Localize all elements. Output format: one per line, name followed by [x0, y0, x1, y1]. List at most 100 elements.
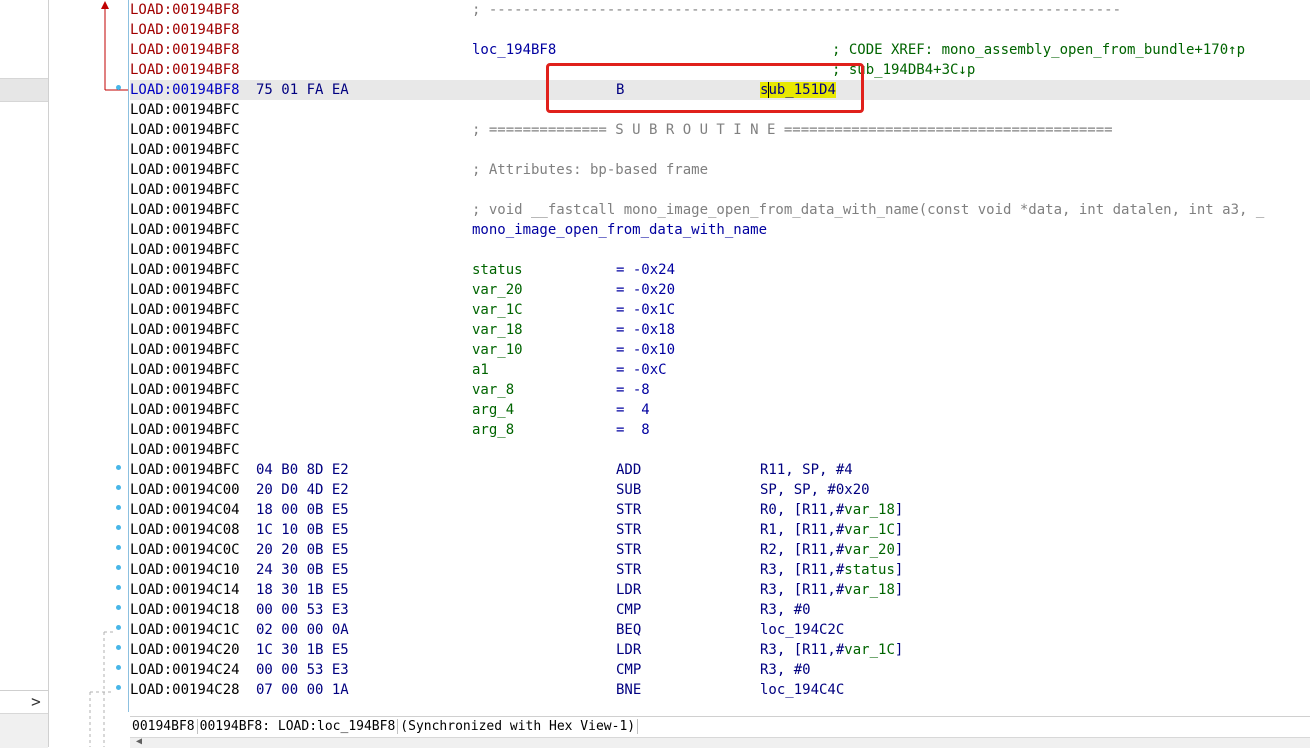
operand-stack-var[interactable]: var_1C [844, 522, 895, 538]
listing-row[interactable]: LOAD:00194BFC var_1C = -0x1C [130, 300, 1310, 320]
listing-row[interactable]: LOAD:00194BFC ; ============== S U B R O … [130, 120, 1310, 140]
listing-row[interactable]: LOAD:00194BF8 [130, 20, 1310, 40]
listing-row[interactable]: LOAD:00194BFC [130, 240, 1310, 260]
operand-stack-var[interactable]: var_20 [844, 542, 895, 558]
listing-row[interactable]: LOAD:00194BFC [130, 180, 1310, 200]
row-address: LOAD:00194BFC [130, 362, 240, 378]
row-opcode-bytes: 20 D0 4D E2 [256, 482, 349, 498]
operand-text: R2, [R11,# [760, 542, 845, 558]
listing-row[interactable]: LOAD:00194BFC status = -0x24 [130, 260, 1310, 280]
operand-stack-var[interactable]: var_18 [844, 502, 895, 518]
operand-stack-var[interactable]: var_18 [844, 582, 895, 598]
breakpoint-dot-icon[interactable] [116, 505, 121, 510]
listing-row[interactable]: LOAD:00194BFC a1 = -0xC [130, 360, 1310, 380]
row-operand[interactable]: SP, SP, #0x20 [760, 480, 870, 500]
listing-row[interactable]: LOAD:00194BFC arg_4 = 4 [130, 400, 1310, 420]
row-operand[interactable]: R1, [R11,#var_1C] [760, 520, 903, 540]
listing-row[interactable]: LOAD:00194BFC var_20 = -0x20 [130, 280, 1310, 300]
row-address: LOAD:00194BFC [130, 462, 240, 478]
operand-stack-var[interactable]: var_1C [844, 642, 895, 658]
row-operand[interactable]: loc_194C4C [760, 680, 844, 700]
listing-row[interactable]: LOAD:00194BFC var_8 = -8 [130, 380, 1310, 400]
row-address: LOAD:00194BFC [130, 442, 240, 458]
stack-var-offset: = -0xC [616, 362, 667, 378]
listing-row[interactable]: LOAD:00194C18 00 00 53 E3 CMP R3, #0 [130, 600, 1310, 620]
listing-row[interactable]: LOAD:00194BFC [130, 140, 1310, 160]
operand-text: loc_194C4C [760, 682, 845, 698]
breakpoint-dot-icon[interactable] [116, 565, 121, 570]
row-address: LOAD:00194C00 [130, 482, 240, 498]
row-address: LOAD:00194BFC [130, 342, 240, 358]
breakpoint-dot-icon[interactable] [116, 585, 121, 590]
stack-var-offset: = 8 [616, 422, 650, 438]
listing-row[interactable]: LOAD:00194BFC var_10 = -0x10 [130, 340, 1310, 360]
operand-stack-var[interactable]: status [844, 562, 895, 578]
expand-chevron-icon[interactable]: > [26, 692, 46, 712]
listing-row[interactable]: LOAD:00194C28 07 00 00 1A BNE loc_194C4C [130, 680, 1310, 700]
listing-row[interactable]: LOAD:00194BF8 loc_194BF8 ; CODE XREF: mono… [130, 40, 1310, 60]
breakpoint-dot-icon[interactable] [116, 605, 121, 610]
listing-row[interactable]: LOAD:00194BFC ; void __fastcall mono_imag… [130, 200, 1310, 220]
row-operand[interactable]: R11, SP, #4 [760, 460, 853, 480]
row-mnemonic: ADD [616, 462, 642, 478]
operand-suffix: ] [894, 542, 904, 558]
row-opcode-bytes: 1C 10 0B E5 [256, 522, 349, 538]
row-operand[interactable]: loc_194C2C [760, 620, 844, 640]
listing-row[interactable]: LOAD:00194C00 20 D0 4D E2 SUB SP, SP, #0x20 [130, 480, 1310, 500]
listing-row[interactable]: LOAD:00194C14 18 30 1B E5 LDR R3, [R11,#var… [130, 580, 1310, 600]
row-address: LOAD:00194C28 [130, 682, 240, 698]
stack-var-name: var_20 [472, 282, 523, 298]
row-mnemonic: STR [616, 562, 642, 578]
row-operand[interactable]: R0, [R11,#var_18] [760, 500, 903, 520]
row-mnemonic: BNE [616, 682, 642, 698]
listing-row[interactable]: LOAD:00194C04 18 00 0B E5 STR R0, [R11,#var… [130, 500, 1310, 520]
row-address: LOAD:00194C18 [130, 602, 240, 618]
row-address: LOAD:00194BFC [130, 162, 240, 178]
listing-row[interactable]: LOAD:00194C20 1C 30 1B E5 LDR R3, [R11,#var… [130, 640, 1310, 660]
highlighted-operand[interactable]: sub_151D4 [760, 82, 836, 98]
listing-row[interactable]: LOAD:00194BFC mono_image_open_from_data_w… [130, 220, 1310, 240]
listing-row[interactable]: LOAD:00194BFC var_18 = -0x18 [130, 320, 1310, 340]
breakpoint-dot-icon[interactable] [116, 685, 121, 690]
listing-row[interactable]: LOAD:00194C1C 02 00 00 0A BEQ loc_194C2C [130, 620, 1310, 640]
breakpoint-dot-icon[interactable] [116, 465, 121, 470]
row-opcode-bytes: 00 00 53 E3 [256, 602, 349, 618]
listing-row[interactable]: LOAD:00194C24 00 00 53 E3 CMP R3, #0 [130, 660, 1310, 680]
row-address: LOAD:00194BFC [130, 182, 240, 198]
breakpoint-dot-icon[interactable] [116, 85, 121, 90]
row-operand[interactable]: R2, [R11,#var_20] [760, 540, 903, 560]
breakpoint-dot-icon[interactable] [116, 665, 121, 670]
listing-row[interactable]: LOAD:00194BFC ; Attributes: bp-based fram… [130, 160, 1310, 180]
breakpoint-dot-icon[interactable] [116, 645, 121, 650]
row-operand[interactable]: R3, [R11,#var_18] [760, 580, 903, 600]
operand-text: SP, SP, #0x20 [760, 482, 870, 498]
row-address: LOAD:00194C08 [130, 522, 240, 538]
row-operand[interactable]: R3, [R11,#var_1C] [760, 640, 903, 660]
breakpoint-dot-icon[interactable] [116, 625, 121, 630]
row-operand[interactable]: R3, [R11,#status] [760, 560, 903, 580]
breakpoint-dot-icon[interactable] [116, 485, 121, 490]
listing-row[interactable]: LOAD:00194C0C 20 20 0B E5 STR R2, [R11,#var… [130, 540, 1310, 560]
breakpoint-dot-icon[interactable] [116, 545, 121, 550]
scroll-left-arrow-icon[interactable]: ◀ [136, 736, 142, 747]
listing-row[interactable]: LOAD:00194BFC 04 B0 8D E2 ADD R11, SP, #4 [130, 460, 1310, 480]
listing-row[interactable]: LOAD:00194BFC [130, 100, 1310, 120]
listing-row[interactable]: LOAD:00194BF8 ; -------------------------… [130, 0, 1310, 20]
listing-row[interactable]: LOAD:00194BF8 75 01 FA EA Bsub_151D4 [130, 80, 1310, 100]
listing-row[interactable]: LOAD:00194BFC [130, 440, 1310, 460]
disassembly-listing[interactable]: LOAD:00194BF8 ; -------------------------… [130, 0, 1310, 712]
row-comment: ; ============== S U B R O U T I N E ===… [472, 122, 1113, 138]
listing-row[interactable]: LOAD:00194BF8 ; sub_194DB4+3C↓p [130, 60, 1310, 80]
row-operand[interactable]: sub_151D4 [760, 80, 836, 100]
row-operand[interactable]: R3, #0 [760, 660, 811, 680]
row-address: LOAD:00194BFC [130, 102, 240, 118]
listing-row[interactable]: LOAD:00194C10 24 30 0B E5 STR R3, [R11,#sta… [130, 560, 1310, 580]
horizontal-scrollbar[interactable] [130, 737, 1310, 748]
breakpoint-dot-icon[interactable] [116, 525, 121, 530]
left-panel-selected-row[interactable] [0, 78, 48, 102]
operand-suffix: ] [894, 522, 904, 538]
listing-row[interactable]: LOAD:00194C08 1C 10 0B E5 STR R1, [R11,#var… [130, 520, 1310, 540]
listing-row[interactable]: LOAD:00194BFC arg_8 = 8 [130, 420, 1310, 440]
row-operand[interactable]: R3, #0 [760, 600, 811, 620]
row-opcode-bytes: 1C 30 1B E5 [256, 642, 349, 658]
